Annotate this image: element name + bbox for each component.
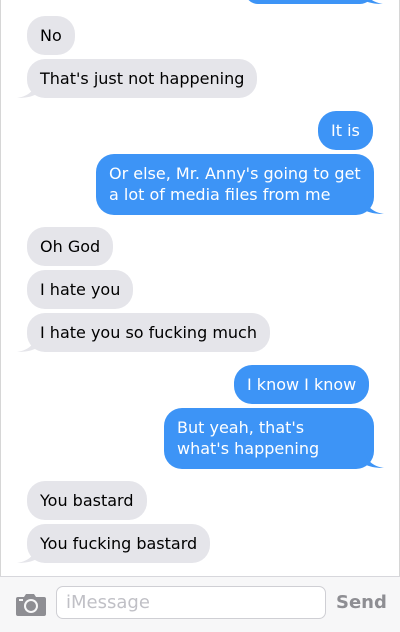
outgoing-bubble: I know I know bbox=[234, 365, 370, 404]
incoming-bubble: Oh God bbox=[27, 227, 114, 266]
incoming-bubble: No bbox=[27, 16, 75, 55]
incoming-bubble-tail bbox=[15, 545, 37, 565]
outgoing-bubble-tail bbox=[364, 196, 386, 216]
outgoing-bubble-tail bbox=[363, 0, 385, 6]
message-text: I hate you so fucking much bbox=[40, 323, 257, 342]
message-input[interactable]: iMessage bbox=[56, 586, 326, 619]
message-text: No bbox=[40, 26, 62, 45]
outgoing-bubble: But yeah, that's what's happening bbox=[164, 408, 374, 469]
message-text: Or else, Mr. Anny's going to get a lot o… bbox=[109, 164, 361, 204]
message-text: I know I know bbox=[247, 375, 357, 394]
outgoing-bubble-partial bbox=[245, 0, 373, 4]
send-button[interactable]: Send bbox=[336, 586, 387, 619]
message-text: Oh God bbox=[40, 237, 101, 256]
incoming-bubble: I hate you so fucking much bbox=[27, 313, 270, 352]
message-input-placeholder: iMessage bbox=[66, 592, 150, 613]
incoming-bubble: You fucking bastard bbox=[27, 524, 211, 563]
message-text: It is bbox=[331, 121, 360, 140]
outgoing-bubble: It is bbox=[318, 111, 373, 150]
message-composer: iMessage Send bbox=[0, 576, 400, 632]
message-text: You bastard bbox=[40, 491, 134, 510]
message-text: I hate you bbox=[40, 280, 121, 299]
message-text: That's just not happening bbox=[40, 69, 245, 88]
outgoing-bubble: Or else, Mr. Anny's going to get a lot o… bbox=[96, 154, 374, 215]
camera-icon[interactable] bbox=[14, 590, 48, 618]
incoming-bubble: That's just not happening bbox=[27, 59, 258, 98]
outgoing-bubble-tail bbox=[364, 450, 386, 470]
incoming-bubble-tail bbox=[15, 334, 37, 354]
message-text: You fucking bastard bbox=[40, 534, 198, 553]
incoming-bubble-tail bbox=[15, 80, 37, 100]
send-button-label: Send bbox=[336, 592, 387, 613]
incoming-bubble: I hate you bbox=[27, 270, 134, 309]
message-text: But yeah, that's what's happening bbox=[177, 418, 320, 458]
incoming-bubble: You bastard bbox=[27, 481, 147, 520]
message-thread[interactable]: No That's just not happening It is Or el… bbox=[0, 0, 400, 576]
